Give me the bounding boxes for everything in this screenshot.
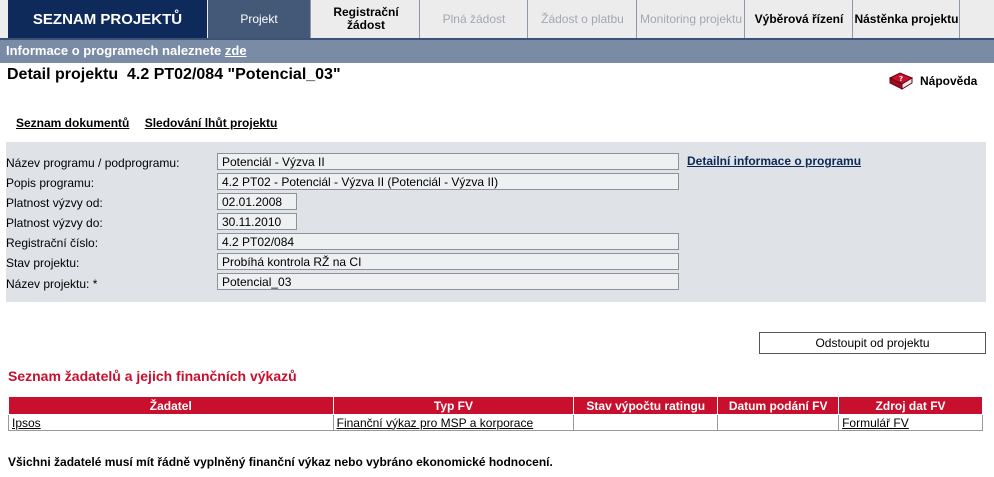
reg-number-label: Registrační číslo: — [6, 236, 99, 250]
tab-registration-request[interactable]: Registrační žádost — [313, 0, 420, 38]
valid-from-field: 02.01.2008 — [217, 193, 297, 210]
table-header-row: Žadatel Typ FV Stav výpočtu ratingu Datu… — [8, 396, 983, 415]
tab-project-board[interactable]: Nástěnka projektu — [854, 0, 960, 38]
tab-monitoring: Monitoring projektu — [638, 0, 745, 38]
status-label: Stav projektu: — [6, 256, 80, 270]
cell-data-source: Formulář FV — [838, 414, 983, 431]
table-row: Ipsos Finanční výkaz pro MSP a korporace… — [8, 414, 983, 431]
status-field: Probíhá kontrola RŽ na CI — [217, 253, 679, 270]
cell-rating-status — [573, 414, 719, 431]
applicants-section-title: Seznam žadatelů a jejich finančních výka… — [8, 368, 297, 384]
withdraw-project-button[interactable]: Odstoupit od projektu — [759, 332, 986, 354]
valid-from-label: Platnost výzvy od: — [6, 196, 103, 210]
header-fv-type: Typ FV — [332, 396, 575, 415]
program-desc-label: Popis programu: — [6, 176, 95, 190]
cell-submission-date — [717, 414, 840, 431]
tab-full-request: Plná žádost — [421, 0, 528, 38]
project-name-label: Název projektu: * — [6, 277, 98, 291]
page-title: Detail projektu 4.2 PT02/084 "Potencial_… — [7, 66, 341, 83]
header-data-source: Zdroj dat FV — [838, 396, 983, 415]
applicants-footnote: Všichni žadatelé musí mít řádně vyplněný… — [8, 455, 553, 469]
top-navigation: SEZNAM PROJEKTŮ Projekt Registrační žádo… — [0, 0, 994, 38]
deadlines-link[interactable]: Sledování lhůt projektu — [145, 116, 278, 130]
header-rating-status: Stav výpočtu ratingu — [573, 396, 719, 415]
info-bar: Informace o programech naleznete zde — [6, 43, 247, 58]
valid-to-label: Platnost výzvy do: — [6, 216, 103, 230]
reg-number-field: 4.2 PT02/084 — [217, 233, 679, 250]
header-applicant: Žadatel — [8, 396, 334, 415]
cell-fv-type: Finanční výkaz pro MSP a korporace — [332, 414, 575, 431]
applicant-link[interactable]: Ipsos — [12, 416, 41, 430]
tab-tenders[interactable]: Výběrová řízení — [746, 0, 853, 38]
svg-text:?: ? — [899, 75, 903, 83]
applicants-table: Žadatel Typ FV Stav výpočtu ratingu Datu… — [8, 396, 983, 431]
project-name-field: Potencial_03 — [217, 273, 679, 290]
project-links: Seznam dokumentů Sledování lhůt projektu — [16, 116, 289, 130]
cell-applicant: Ipsos — [8, 414, 334, 431]
program-label: Název programu / podprogramu: — [6, 156, 180, 170]
fv-type-link[interactable]: Finanční výkaz pro MSP a korporace — [337, 416, 534, 430]
help-book-icon: ? — [888, 72, 914, 90]
tab-payment-request: Žádost o platbu — [529, 0, 637, 38]
valid-to-field: 30.11.2010 — [217, 213, 297, 230]
help-label: Nápověda — [920, 74, 978, 88]
help-button[interactable]: ? Nápověda — [888, 70, 977, 92]
info-bar-text: Informace o programech naleznete — [6, 43, 222, 58]
program-desc-field: 4.2 PT02 - Potenciál - Výzva II (Potenci… — [217, 173, 679, 190]
program-field: Potenciál - Výzva II — [217, 153, 679, 170]
documents-link[interactable]: Seznam dokumentů — [16, 116, 129, 130]
tab-project[interactable]: Projekt — [208, 0, 311, 38]
header-submission-date: Datum podání FV — [717, 396, 840, 415]
data-source-link[interactable]: Formulář FV — [842, 416, 909, 430]
info-bar-link[interactable]: zde — [225, 43, 247, 58]
program-detail-link[interactable]: Detailní informace o programu — [687, 154, 861, 168]
project-list-brand[interactable]: SEZNAM PROJEKTŮ — [8, 0, 207, 38]
